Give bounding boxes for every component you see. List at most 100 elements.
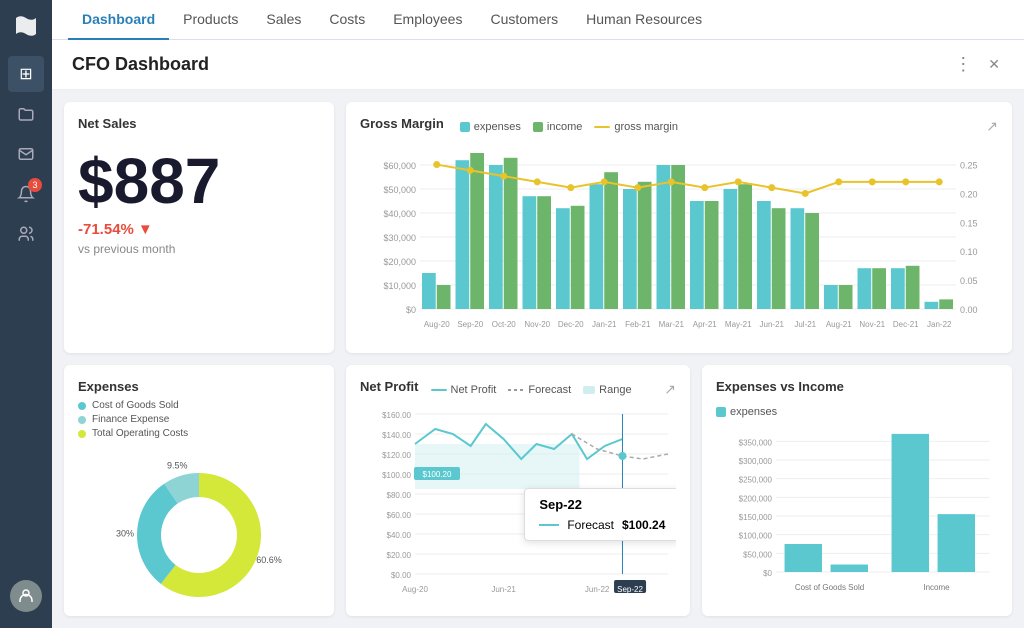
nav-costs[interactable]: Costs (315, 0, 379, 40)
svg-text:Feb-21: Feb-21 (625, 320, 651, 329)
svg-text:Apr-21: Apr-21 (693, 320, 718, 329)
svg-text:$300,000: $300,000 (739, 457, 773, 466)
net-profit-chart: $160.00$140.00$120.00$100.00$80.00$60.00… (360, 406, 676, 602)
nav-products[interactable]: Products (169, 0, 252, 40)
svg-text:0.25: 0.25 (960, 161, 978, 171)
net-profit-expand-icon[interactable]: ↗ (664, 381, 676, 398)
legend-forecast: Forecast (508, 384, 571, 396)
dashboard-actions: ⋮ ✕ (950, 52, 1004, 77)
donut-legend-finance: Finance Expense (78, 414, 320, 425)
svg-text:$50,000: $50,000 (743, 550, 772, 559)
more-options-button[interactable]: ⋮ (950, 52, 976, 77)
svg-text:$160.00: $160.00 (382, 411, 411, 420)
svg-text:60.6%: 60.6% (256, 555, 282, 565)
gross-margin-card: Gross Margin expenses income (346, 102, 1012, 353)
svg-text:Oct-20: Oct-20 (492, 320, 517, 329)
svg-text:$100,000: $100,000 (739, 532, 773, 541)
svg-text:0.20: 0.20 (960, 189, 978, 199)
svg-text:Mar-21: Mar-21 (659, 320, 685, 329)
svg-text:0.15: 0.15 (960, 218, 978, 228)
net-sales-subtitle: vs previous month (78, 242, 320, 256)
svg-text:$140.00: $140.00 (382, 431, 411, 440)
donut-legend: Cost of Goods Sold Finance Expense Total… (78, 400, 320, 442)
gross-margin-title: Gross Margin (360, 116, 444, 131)
svg-text:Nov-21: Nov-21 (859, 320, 885, 329)
nav-customers[interactable]: Customers (476, 0, 572, 40)
svg-text:May-21: May-21 (725, 320, 752, 329)
svg-text:Sep-22: Sep-22 (617, 585, 643, 594)
income-legend-color (533, 122, 543, 132)
svg-text:$20.00: $20.00 (387, 551, 412, 560)
sidebar: ⊞ 3 (0, 0, 52, 628)
donut-legend-operating: Total Operating Costs (78, 428, 320, 439)
legend-gross-margin: gross margin (594, 121, 678, 133)
svg-text:$40.00: $40.00 (387, 531, 412, 540)
svg-text:$120.00: $120.00 (382, 451, 411, 460)
svg-text:$100.20: $100.20 (423, 470, 452, 479)
expenses-card: Expenses Cost of Goods Sold Finance Expe… (64, 365, 334, 616)
mail-icon[interactable] (8, 136, 44, 172)
gross-margin-chart: $60,000$50,000$40,000$30,000$20,000$10,0… (360, 143, 998, 339)
user-avatar[interactable] (10, 580, 42, 612)
users-icon[interactable] (8, 216, 44, 252)
svg-text:Cost of Goods Sold: Cost of Goods Sold (795, 583, 864, 592)
svg-text:$250,000: $250,000 (739, 476, 773, 485)
svg-text:0.10: 0.10 (960, 247, 978, 257)
gross-margin-legend-color (594, 126, 610, 128)
svg-text:$200,000: $200,000 (739, 494, 773, 503)
svg-text:$0: $0 (763, 569, 772, 578)
net-sales-card: Net Sales $887 -71.54% ▼ vs previous mon… (64, 102, 334, 353)
legend-income: income (533, 121, 582, 133)
net-sales-change: -71.54% ▼ (78, 221, 320, 238)
dashboard-grid: Net Sales $887 -71.54% ▼ vs previous mon… (52, 90, 1024, 628)
net-profit-legend: Net Profit Forecast Range (431, 384, 632, 396)
net-profit-title: Net Profit (360, 379, 419, 394)
nav-human-resources[interactable]: Human Resources (572, 0, 716, 40)
expenses-legend-color (460, 122, 470, 132)
svg-text:$100.00: $100.00 (382, 471, 411, 480)
svg-text:Aug-21: Aug-21 (826, 320, 852, 329)
nav-employees[interactable]: Employees (379, 0, 476, 40)
legend-expenses: expenses (460, 121, 521, 133)
svg-text:$0.00: $0.00 (391, 571, 412, 580)
net-sales-value: $887 (78, 149, 320, 213)
dashboard-title: CFO Dashboard (72, 54, 209, 75)
legend-exp-income-expenses: expenses (716, 406, 777, 418)
svg-text:Aug-20: Aug-20 (402, 585, 428, 594)
legend-range: Range (583, 384, 631, 396)
legend-net-profit: Net Profit (431, 384, 497, 396)
app-logo[interactable] (8, 8, 44, 44)
exp-income-header: Expenses vs Income (716, 379, 998, 400)
net-profit-header: Net Profit Net Profit Forecast (360, 379, 676, 400)
svg-text:$60,000: $60,000 (383, 161, 416, 171)
notification-badge: 3 (28, 178, 42, 192)
expenses-vs-income-chart: $350,000$300,000$250,000$200,000$150,000… (716, 424, 998, 602)
expand-icon[interactable]: ↗ (986, 118, 998, 135)
notification-icon[interactable]: 3 (8, 176, 44, 212)
svg-text:$40,000: $40,000 (383, 209, 416, 219)
exp-income-legend: expenses (716, 406, 998, 418)
exp-income-title: Expenses vs Income (716, 379, 844, 394)
svg-text:Sep-20: Sep-20 (457, 320, 483, 329)
svg-text:$0: $0 (406, 305, 416, 315)
svg-text:0.00: 0.00 (960, 305, 978, 315)
svg-text:Aug-20: Aug-20 (424, 320, 450, 329)
svg-text:$80.00: $80.00 (387, 491, 412, 500)
svg-text:9.5%: 9.5% (167, 460, 188, 470)
svg-text:Nov-20: Nov-20 (524, 320, 550, 329)
svg-text:Jun-21: Jun-21 (491, 585, 516, 594)
grid-icon[interactable]: ⊞ (8, 56, 44, 92)
donut-chart: 60.6% 30% 9.5% (104, 450, 294, 610)
svg-text:Jun-21: Jun-21 (760, 320, 785, 329)
svg-text:30%: 30% (116, 529, 134, 539)
folder-icon[interactable] (8, 96, 44, 132)
gross-margin-legend: expenses income gross margin (460, 121, 678, 133)
close-button[interactable]: ✕ (984, 54, 1004, 75)
nav-dashboard[interactable]: Dashboard (68, 0, 169, 40)
main-content: Dashboard Products Sales Costs Employees… (52, 0, 1024, 628)
svg-text:$50,000: $50,000 (383, 185, 416, 195)
change-arrow-icon: ▼ (138, 221, 153, 238)
nav-sales[interactable]: Sales (252, 0, 315, 40)
donut-legend-cogs: Cost of Goods Sold (78, 400, 320, 411)
svg-text:$350,000: $350,000 (739, 438, 773, 447)
